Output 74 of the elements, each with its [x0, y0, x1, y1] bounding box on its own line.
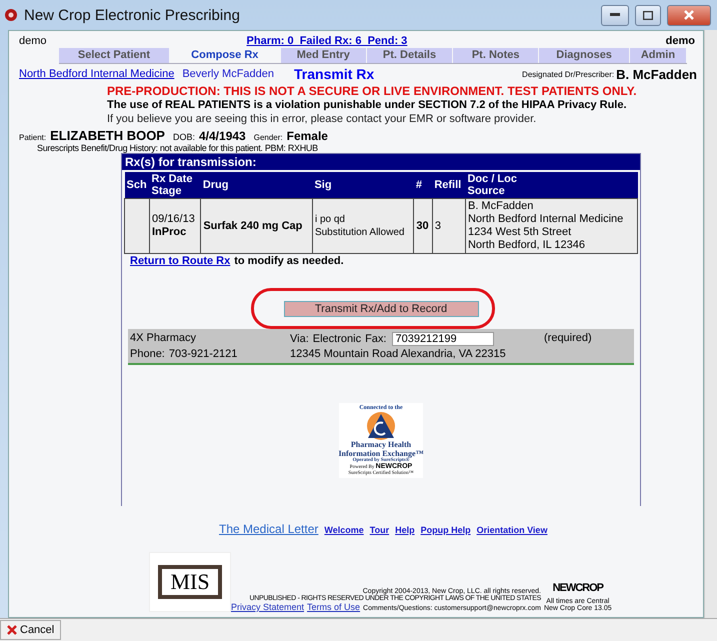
column-header: Refill	[432, 172, 466, 198]
warning-text: If you believe you are seeing this in error, please contact your EMR or software provider.	[107, 112, 538, 126]
table-cell: Surfak 240 mg Cap	[200, 198, 312, 254]
phone-label: Phone:	[130, 348, 165, 360]
user-name: demo	[19, 34, 47, 46]
column-header: Sch	[124, 172, 150, 198]
status-link[interactable]: Pharm: 0 Failed Rx: 6 Pend: 3	[246, 34, 408, 46]
column-header: Doc / Loc Source	[465, 172, 638, 198]
prescriber-label: Designated Dr/Prescriber:	[522, 70, 614, 78]
pharmacy-address: 12345 Mountain Road Alexandria, VA 22315	[290, 348, 507, 360]
required-note: (required)	[544, 332, 593, 346]
column-header: Sig	[312, 172, 414, 198]
fax-field[interactable]: 7039212199	[392, 332, 494, 346]
table-cell	[124, 198, 150, 254]
field-label: Patient:	[19, 133, 46, 142]
column-header: Drug	[200, 172, 312, 198]
history-note: Surescripts Benefit/Drug History: not available for this patient. PBM: RXHUB	[37, 143, 319, 153]
cancel-button[interactable]: Cancel	[0, 620, 62, 640]
warning-text: PRE-PRODUCTION: THIS IS NOT A SECURE OR LIVE ENVIRONMENT. TEST PATIENTS ONLY.	[107, 84, 638, 98]
column-header: Rx Date Stage	[150, 172, 201, 198]
fax-label: Fax:	[365, 333, 386, 345]
close-icon	[7, 625, 17, 635]
nav-tab[interactable]: Admin	[630, 48, 687, 63]
user-name: demo	[666, 34, 695, 46]
nav-tab[interactable]: Diagnoses	[539, 48, 630, 63]
field-label: Gender:	[254, 133, 283, 142]
via-label: Via:	[290, 333, 309, 345]
mis-logo: MIS	[149, 552, 231, 612]
footer-link[interactable]: Help	[395, 525, 415, 535]
page-title: Transmit Rx	[294, 66, 374, 82]
nav-tab[interactable]: Pt. Details	[366, 48, 454, 63]
table-cell: 09/16/13 InProc	[150, 198, 201, 254]
window-title: New Crop Electronic Prescribing	[24, 6, 241, 24]
provider-name: Beverly McFadden	[182, 68, 274, 80]
warning-text: The use of REAL PATIENTS is a violation punishable under SECTION 7.2 of the HIPAA Privacy Rule.	[107, 98, 628, 112]
privacy-link[interactable]: Privacy Statement	[231, 602, 304, 612]
close-icon	[684, 10, 694, 20]
nav-tab[interactable]: Pt. Notes	[453, 48, 540, 63]
column-header: #	[414, 172, 432, 198]
nav-tab[interactable]: Select Patient	[59, 48, 170, 63]
field-label: DOB:	[172, 132, 195, 142]
table-cell: B. McFadden North Bedford Internal Medicine 1234 West 5th Street North Bedford, IL 12346	[465, 198, 638, 254]
terms-link[interactable]: Terms of Use	[307, 602, 360, 612]
return-text: to modify as needed.	[234, 255, 344, 267]
close-button[interactable]	[667, 4, 711, 26]
footer-link[interactable]: Tour	[370, 525, 390, 535]
footer-link[interactable]: The Medical Letter	[219, 522, 318, 536]
badge-title: Pharmacy Health	[350, 441, 412, 450]
dob-value: 4/4/1943	[199, 129, 246, 143]
maximize-button[interactable]	[635, 4, 661, 26]
table-cell: i po qd Substitution Allowed	[312, 198, 414, 254]
brand-logo: NEWCROP	[552, 582, 604, 594]
phone-value: 703-921-2121	[168, 348, 238, 360]
minimize-icon	[610, 13, 620, 17]
prescriber-name: B. McFadden	[616, 66, 697, 82]
gender-value: Female	[286, 129, 328, 143]
practice-link[interactable]: North Bedford Internal Medicine	[19, 68, 174, 80]
footer-link[interactable]: Welcome	[324, 525, 364, 535]
scrollbar[interactable]	[704, 30, 717, 618]
footer-link[interactable]: Popup Help	[420, 525, 471, 535]
panel-title: Rx(s) for transmission:	[122, 154, 640, 170]
app-icon	[4, 8, 18, 22]
transmit-button[interactable]: Transmit Rx/Add to Record	[284, 301, 478, 317]
via-value: Electronic	[312, 333, 362, 345]
maximize-icon	[643, 10, 653, 20]
pharmacy-name: 4X Pharmacy	[130, 332, 198, 346]
table-cell: 30	[414, 198, 432, 254]
return-link[interactable]: Return to Route Rx	[130, 255, 230, 267]
patient-name: ELIZABETH BOOP	[50, 128, 165, 143]
footer-link[interactable]: Orientation View	[476, 525, 548, 535]
badge-title: Information Exchange™	[338, 450, 424, 458]
minimize-button[interactable]	[601, 4, 629, 26]
nav-tab[interactable]: Med Entry	[280, 48, 367, 63]
table-cell: 3	[432, 198, 466, 254]
